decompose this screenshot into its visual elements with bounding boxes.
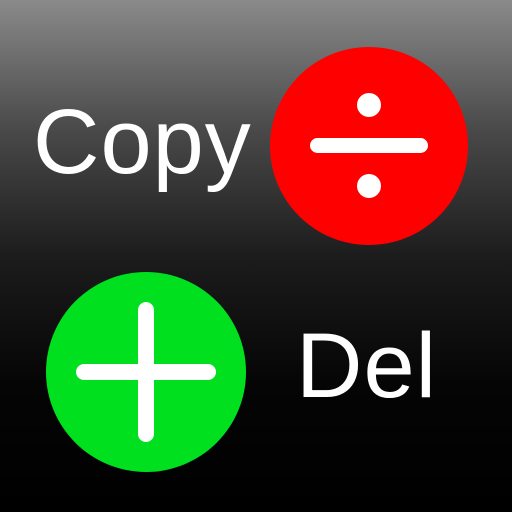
divide-button[interactable]: [270, 47, 468, 245]
del-label: Del: [296, 315, 438, 417]
plus-icon: [46, 272, 246, 472]
copy-label: Copy: [33, 91, 252, 193]
plus-button[interactable]: [46, 272, 246, 472]
app-icon: Copy Del: [0, 0, 512, 512]
divide-icon: [270, 47, 468, 245]
